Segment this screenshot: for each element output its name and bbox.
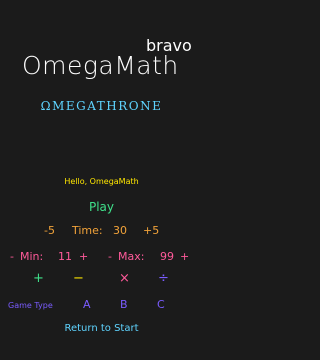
logo-subtitle: bravo (146, 36, 192, 55)
logo-title: OmegaMath (22, 51, 179, 80)
multiply-operation-button[interactable]: × (119, 271, 130, 286)
time-decrease-button[interactable]: -5 (44, 224, 55, 237)
max-decrease-button[interactable]: - (108, 250, 112, 263)
time-increase-button[interactable]: +5 (143, 224, 159, 237)
time-value: 30 (113, 224, 127, 237)
max-value: 99 (160, 250, 174, 263)
min-label: Min: (20, 250, 44, 263)
game-type-label: Game Type (8, 301, 53, 310)
max-increase-button[interactable]: + (180, 250, 189, 263)
divide-operation-button[interactable]: ÷ (158, 271, 169, 286)
min-decrease-button[interactable]: - (10, 250, 14, 263)
brand-name: ΩMEGATHRONE (40, 99, 163, 113)
greeting-text: Hello, OmegaMath (64, 177, 139, 186)
min-increase-button[interactable]: + (79, 250, 88, 263)
play-button[interactable]: Play (0, 200, 203, 214)
max-label: Max: (118, 250, 145, 263)
game-type-option-b[interactable]: B (120, 298, 128, 311)
add-operation-button[interactable]: + (33, 271, 44, 286)
time-label: Time: (72, 224, 103, 237)
subtract-operation-button[interactable]: − (73, 271, 84, 286)
game-type-option-a[interactable]: A (83, 298, 91, 311)
return-to-start-button[interactable]: Return to Start (0, 323, 203, 334)
game-type-option-c[interactable]: C (157, 298, 165, 311)
min-value: 11 (58, 250, 72, 263)
